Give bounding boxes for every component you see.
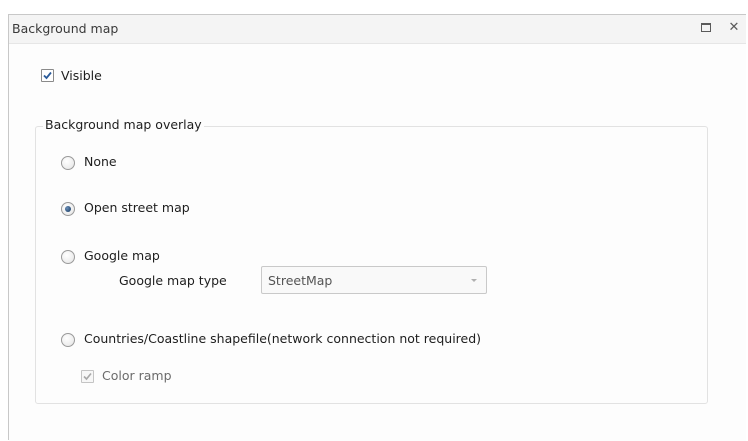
google-map-type-select[interactable]: StreetMap [261, 266, 487, 294]
visible-checkbox[interactable] [41, 69, 54, 82]
close-icon[interactable]: ✕ [727, 20, 741, 36]
check-icon [43, 71, 52, 80]
restore-icon[interactable] [699, 20, 713, 36]
radio-none-label: None [84, 154, 117, 169]
google-map-type-value: StreetMap [268, 273, 333, 288]
overlay-group-title: Background map overlay [43, 117, 204, 132]
visible-label: Visible [61, 68, 102, 83]
color-ramp-label: Color ramp [102, 368, 172, 383]
background-map-panel: Background map ✕ Visible Background map … [8, 14, 746, 441]
panel-titlebar: Background map ✕ [9, 15, 746, 44]
check-icon [83, 372, 92, 381]
panel-title: Background map [12, 21, 119, 36]
panel-content: Visible Background map overlay None Open… [9, 44, 746, 441]
color-ramp-checkbox[interactable] [81, 370, 94, 383]
radio-countries-coastline-label: Countries/Coastline shapefile(network co… [84, 331, 482, 346]
radio-countries-coastline[interactable] [61, 333, 75, 347]
google-map-type-label: Google map type [119, 273, 227, 288]
radio-none[interactable] [61, 156, 75, 170]
radio-open-street-map-label: Open street map [84, 200, 190, 215]
radio-open-street-map[interactable] [61, 202, 75, 216]
radio-google-map-label: Google map [84, 248, 160, 263]
chevron-down-icon [471, 279, 477, 282]
radio-google-map[interactable] [61, 250, 75, 264]
radio-selected-dot [65, 206, 71, 212]
overlay-groupbox [35, 126, 708, 404]
